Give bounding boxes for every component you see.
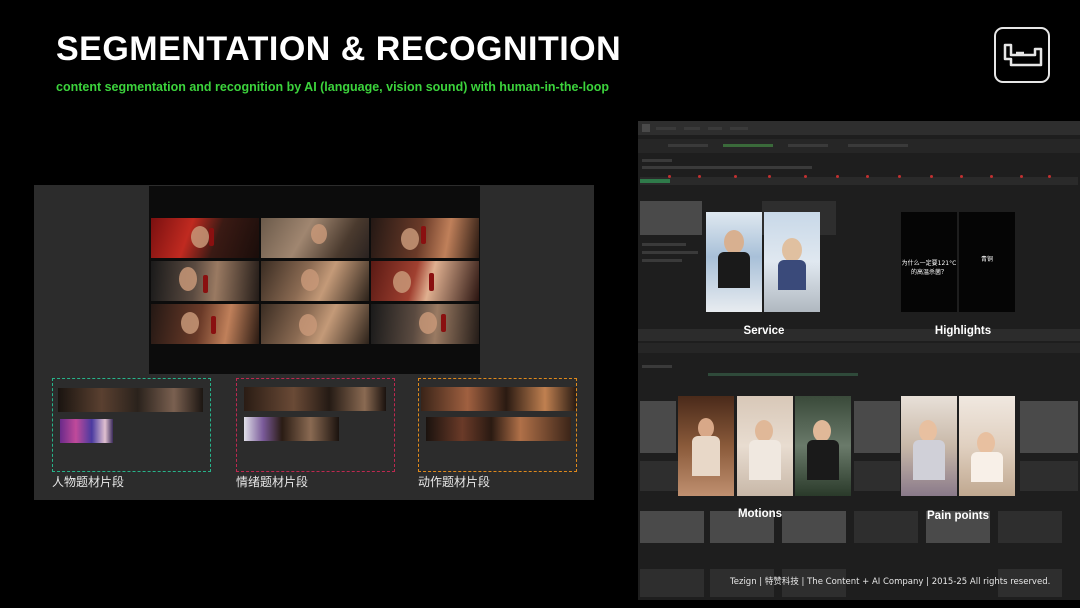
segment-label-people: 人物题材片段 xyxy=(52,475,125,489)
segment-group-people[interactable] xyxy=(52,378,211,472)
segment-clip-strip xyxy=(426,417,571,441)
pain-point-card-2[interactable] xyxy=(959,396,1015,496)
app-thumbnail[interactable] xyxy=(640,201,702,235)
service-card-1[interactable] xyxy=(706,212,762,312)
highlights-label: Highlights xyxy=(934,325,992,337)
video-segmentation-panel: 人物题材片段 情绪题材片段 动作题材片段 xyxy=(34,185,594,500)
segment-label-action: 动作题材片段 xyxy=(418,475,491,489)
video-frame[interactable] xyxy=(151,304,259,344)
video-frame-grid xyxy=(149,186,480,374)
segment-clip-strip xyxy=(244,387,386,411)
segment-group-action[interactable] xyxy=(418,378,577,472)
pain-points-label: Pain points xyxy=(927,510,989,522)
app-thumbnail[interactable] xyxy=(1020,401,1078,453)
highlight-caption-1: 为什么一定要121°C的高温杀菌？ xyxy=(901,260,957,276)
slide-subtitle: content segmentation and recognition by … xyxy=(56,80,610,94)
motion-card-3[interactable] xyxy=(795,396,851,496)
highlight-caption-2: 青铜 xyxy=(980,256,993,263)
segment-clip-strip xyxy=(421,387,576,411)
video-frame[interactable] xyxy=(371,261,479,301)
highlight-card-2[interactable]: 青铜 xyxy=(959,212,1015,312)
segment-clip-strip xyxy=(244,417,339,441)
app-second-bar xyxy=(638,329,1080,341)
motions-label: Motions xyxy=(737,508,783,520)
segment-clip-strip xyxy=(60,419,113,443)
segment-clip-strip xyxy=(58,388,203,412)
video-frame[interactable] xyxy=(261,304,369,344)
app-thumbnail[interactable] xyxy=(854,401,900,453)
timeline-bar[interactable] xyxy=(640,177,1078,185)
tezign-logo-icon xyxy=(994,27,1050,83)
segment-group-emotion[interactable] xyxy=(236,378,395,472)
copyright-footer: Tezign | 特赞科技 | The Content + AI Company… xyxy=(730,577,1051,587)
motion-card-2[interactable] xyxy=(737,396,793,496)
recognition-app-screenshot xyxy=(638,121,1080,600)
video-frame[interactable] xyxy=(261,261,369,301)
segment-label-emotion: 情绪题材片段 xyxy=(236,475,309,489)
service-label: Service xyxy=(743,325,785,337)
pain-point-card-1[interactable] xyxy=(901,396,957,496)
app-top-bar xyxy=(638,121,1080,135)
slide-title: SEGMENTATION & RECOGNITION xyxy=(56,30,622,68)
service-card-2[interactable] xyxy=(764,212,820,312)
video-frame[interactable] xyxy=(151,261,259,301)
app-thumbnail[interactable] xyxy=(640,401,676,453)
app-logo-icon xyxy=(642,124,650,132)
video-frame[interactable] xyxy=(151,218,259,258)
highlight-card-1[interactable]: 为什么一定要121°C的高温杀菌？ xyxy=(901,212,957,312)
video-frame[interactable] xyxy=(261,218,369,258)
video-frame[interactable] xyxy=(371,304,479,344)
video-frame[interactable] xyxy=(371,218,479,258)
motion-card-1[interactable] xyxy=(678,396,734,496)
